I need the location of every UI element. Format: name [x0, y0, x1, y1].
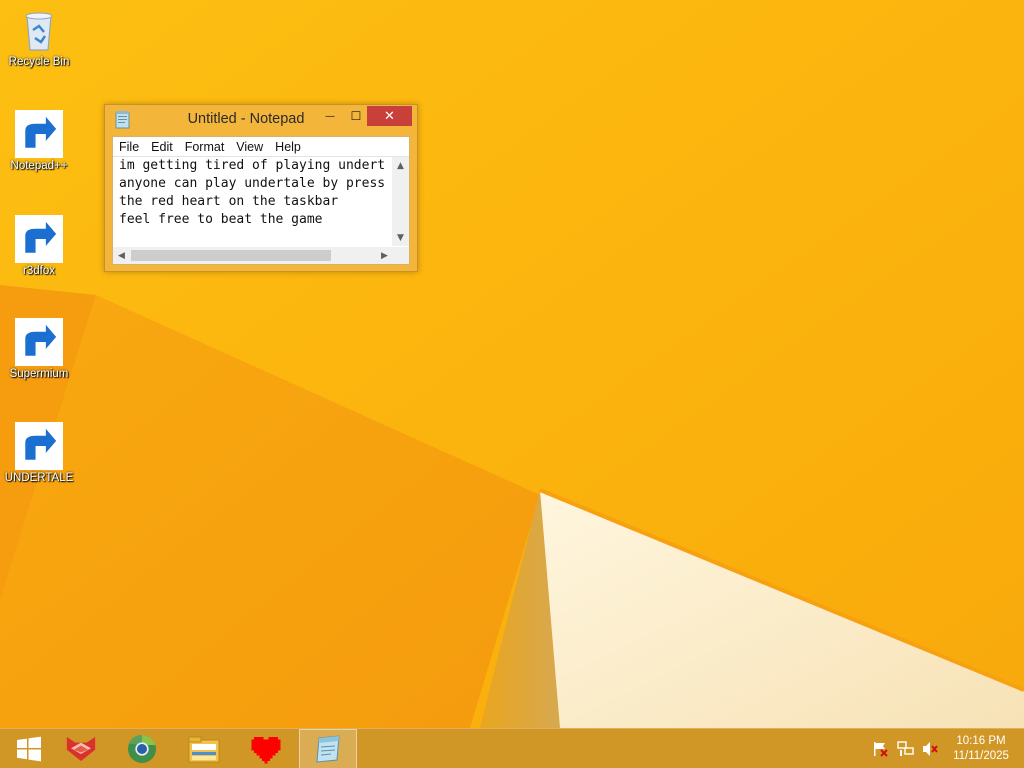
- notepad-text-area[interactable]: im getting tired of playing undert anyon…: [113, 157, 393, 246]
- menu-help[interactable]: Help: [269, 137, 307, 156]
- action-center-flag-icon[interactable]: [872, 741, 889, 757]
- vertical-scrollbar[interactable]: ▲ ▼: [392, 157, 409, 246]
- notepad-window[interactable]: Untitled - Notepad — ☐ ✕ File Edit Forma…: [104, 104, 418, 272]
- text-line: feel free to beat the game: [119, 212, 323, 227]
- notepadpp-icon: [15, 110, 63, 158]
- shortcut-arrow-icon: [15, 215, 63, 263]
- undertale-heart-icon: [15, 422, 63, 470]
- desktop: Recycle Bin Notepad++ r3dfox Supermium U…: [0, 0, 1024, 768]
- windows-logo-icon: [17, 736, 41, 762]
- scroll-right-arrow-icon[interactable]: ▶: [376, 247, 393, 264]
- desktop-icon-label: Supermium: [9, 368, 69, 380]
- notepad-icon: [316, 735, 340, 763]
- r3dfox-icon: [66, 736, 96, 762]
- start-button[interactable]: [0, 729, 58, 768]
- notepad-menubar: File Edit Format View Help: [113, 137, 409, 157]
- recycle-bin-icon: [15, 6, 63, 54]
- menu-format[interactable]: Format: [179, 137, 231, 156]
- network-icon[interactable]: [897, 741, 914, 757]
- supermium-icon: [15, 318, 63, 366]
- menu-view[interactable]: View: [230, 137, 269, 156]
- system-tray: [872, 741, 939, 757]
- menu-file[interactable]: File: [113, 137, 145, 156]
- taskbar-undertale[interactable]: [237, 729, 295, 768]
- minimize-icon: —: [325, 110, 335, 122]
- close-button[interactable]: ✕: [367, 106, 412, 126]
- supermium-icon: [128, 734, 156, 763]
- scroll-left-arrow-icon[interactable]: ◀: [113, 247, 130, 264]
- size-grip[interactable]: [392, 247, 409, 264]
- minimize-button[interactable]: —: [317, 106, 343, 126]
- desktop-icon-label: Recycle Bin: [8, 56, 70, 68]
- horizontal-scrollbar[interactable]: ◀ ▶: [113, 247, 393, 264]
- desktop-icon-supermium[interactable]: Supermium: [2, 318, 76, 380]
- scroll-up-arrow-icon[interactable]: ▲: [392, 157, 409, 174]
- taskbar-file-explorer[interactable]: [175, 729, 233, 768]
- desktop-icon-notepadpp[interactable]: Notepad++: [2, 110, 76, 172]
- maximize-icon: ☐: [350, 109, 362, 123]
- taskbar: 10:16 PM 11/11/2025: [0, 728, 1024, 768]
- text-line: the red heart on the taskbar: [119, 194, 339, 209]
- volume-muted-icon[interactable]: [922, 741, 939, 757]
- file-explorer-icon: [188, 736, 220, 763]
- notepad-client: File Edit Format View Help im getting ti…: [112, 136, 410, 265]
- desktop-icon-label: r3dfox: [23, 265, 55, 277]
- desktop-icon-r3dfox[interactable]: r3dfox: [2, 215, 76, 277]
- clock-date: 11/11/2025: [953, 750, 1009, 762]
- desktop-icon-recycle-bin[interactable]: Recycle Bin: [2, 6, 76, 68]
- taskbar-clock[interactable]: 10:16 PM 11/11/2025: [945, 734, 1017, 764]
- shortcut-arrow-icon: [15, 422, 63, 470]
- desktop-icon-undertale[interactable]: UNDERTALE: [2, 422, 76, 484]
- taskbar-r3dfox[interactable]: [52, 729, 110, 768]
- desktop-icon-label: UNDERTALE: [4, 472, 74, 484]
- scroll-down-arrow-icon[interactable]: ▼: [392, 229, 409, 246]
- close-icon: ✕: [384, 108, 395, 124]
- text-line: im getting tired of playing undert: [119, 158, 386, 173]
- menu-edit[interactable]: Edit: [145, 137, 179, 156]
- desktop-icon-label: Notepad++: [10, 160, 68, 172]
- notepad-titlebar[interactable]: Untitled - Notepad — ☐ ✕: [105, 105, 417, 135]
- horizontal-scroll-thumb[interactable]: [131, 250, 331, 261]
- undertale-heart-icon: [251, 737, 281, 764]
- taskbar-notepad[interactable]: [299, 729, 357, 768]
- taskbar-supermium[interactable]: [113, 729, 171, 768]
- shortcut-arrow-icon: [15, 318, 63, 366]
- r3dfox-icon: [15, 215, 63, 263]
- text-line: anyone can play undertale by press: [119, 176, 386, 191]
- shortcut-arrow-icon: [15, 110, 63, 158]
- clock-time: 10:16 PM: [956, 735, 1006, 747]
- maximize-button[interactable]: ☐: [343, 106, 369, 126]
